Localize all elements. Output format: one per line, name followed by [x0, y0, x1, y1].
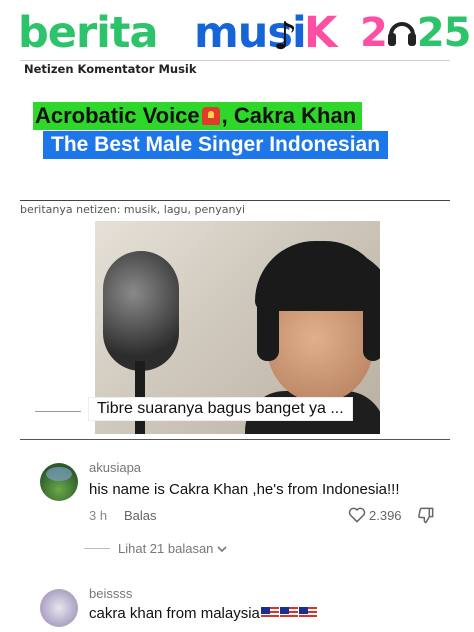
comment-text: his name is Cakra Khan ,he's from Indone… — [89, 481, 400, 498]
like-count: 2.396 — [369, 508, 402, 523]
avatar[interactable] — [40, 589, 78, 627]
reply-button[interactable]: Balas — [124, 508, 157, 523]
comments-divider — [20, 439, 450, 440]
headline-part-a: Acrobatic Voice — [35, 103, 200, 128]
logo-year: 2 25 — [360, 8, 472, 58]
malaysia-flag-icon — [279, 607, 298, 619]
logo: berita musi ♪ K 2 25 — [18, 8, 472, 58]
microphone-image — [103, 251, 179, 371]
headphone-right — [363, 291, 380, 361]
header-divider — [20, 60, 450, 61]
heart-icon[interactable] — [347, 505, 367, 525]
malaysia-flag-icon — [298, 607, 317, 619]
chevron-down-icon — [217, 546, 227, 553]
logo-year-digits: 25 — [416, 10, 472, 56]
comment-username[interactable]: beissss — [89, 586, 132, 601]
headline-line-1: Acrobatic Voice , Cakra Khan — [33, 102, 363, 130]
logo-year-digit: 2 — [360, 10, 388, 56]
comment-username[interactable]: akusiapa — [89, 460, 141, 475]
headphone-left — [257, 291, 279, 361]
video-caption: Tibre suaranya bagus banget ya ... — [89, 398, 352, 420]
view-replies-label: Lihat 21 balasan — [118, 541, 214, 556]
tags-line: beritanya netizen: musik, lagu, penyanyi — [20, 203, 246, 216]
caption-pointer-line — [35, 411, 81, 412]
headline-line-2: The Best Male Singer Indonesian — [43, 131, 389, 159]
view-replies-button[interactable]: Lihat 21 balasan — [118, 541, 227, 556]
headphones-icon — [387, 22, 416, 46]
music-note-icon: ♪ — [273, 14, 298, 58]
avatar[interactable] — [40, 463, 78, 501]
comment-text-row: cakra khan from malaysia — [89, 605, 317, 622]
comment-time: 3 h — [89, 508, 108, 523]
dislike-icon[interactable] — [416, 505, 436, 525]
view-replies-line — [84, 548, 110, 549]
headline-part-b: , Cakra Khan — [221, 103, 357, 128]
section-divider — [20, 200, 450, 201]
comment-text: cakra khan from malaysia — [89, 605, 260, 622]
logo-word-k: K — [304, 8, 337, 58]
logo-word-berita: berita — [18, 8, 158, 58]
malaysia-flag-icon — [260, 607, 279, 619]
siren-icon — [201, 107, 220, 125]
page-subtitle: Netizen Komentator Musik — [24, 62, 197, 76]
